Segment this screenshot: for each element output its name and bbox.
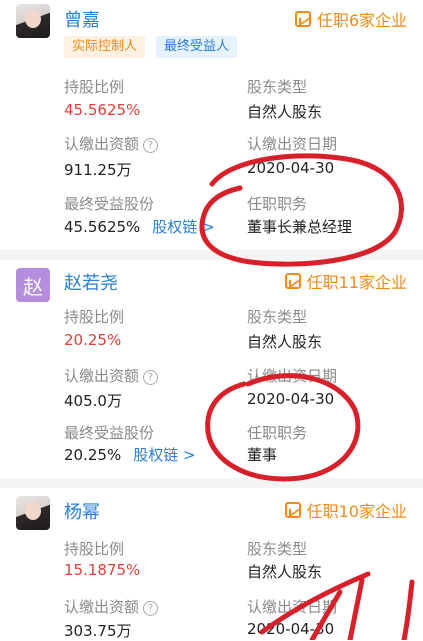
capital-label-text: 认缴出资额 <box>64 367 140 385</box>
share-ratio-label: 持股比例 <box>64 78 125 96</box>
ultimate-share-label: 最终受益股份 <box>64 195 155 213</box>
shareholder-card[interactable]: 赵 赵若尧 任职11家企业 持股比例 20.25% 股东类型 自然人股东 认缴出… <box>0 260 423 478</box>
card-divider <box>0 250 423 260</box>
ultimate-share-row: 20.25% 股权链 > <box>64 444 196 465</box>
jobs-link[interactable]: 任职6家企业 <box>294 7 407 31</box>
capital-value: 911.25万 <box>64 161 132 179</box>
shareholder-name[interactable]: 赵若尧 <box>64 269 118 295</box>
chevron-right-icon: > <box>202 218 215 236</box>
capital-label-text: 认缴出资额 <box>64 135 140 153</box>
share-ratio-label: 持股比例 <box>64 540 125 558</box>
capital-date-value: 2020-04-30 <box>247 390 335 408</box>
chart-trend-icon <box>284 273 301 289</box>
equity-chain-label: 股权链 <box>152 218 198 236</box>
ultimate-share-value: 20.25% <box>64 446 122 464</box>
holder-type-label: 股东类型 <box>247 78 308 96</box>
capital-label: 认缴出资额? <box>64 596 159 617</box>
jobs-link[interactable]: 任职11家企业 <box>284 269 407 293</box>
shareholder-card[interactable]: 曾嘉 任职6家企业 实际控制人 最终受益人 持股比例 45.5625% 股东类型… <box>0 0 423 258</box>
chart-trend-icon <box>284 502 301 518</box>
jobs-link[interactable]: 任职10家企业 <box>284 498 407 522</box>
holder-type-label: 股东类型 <box>247 308 308 326</box>
capital-value: 303.75万 <box>64 622 132 640</box>
card-divider <box>0 478 423 488</box>
share-ratio-value: 15.1875% <box>64 561 141 579</box>
holder-type-label: 股东类型 <box>247 540 308 558</box>
equity-chain-label: 股权链 <box>133 446 179 464</box>
capital-label: 认缴出资额? <box>64 133 159 154</box>
position-label: 任职职务 <box>247 195 308 213</box>
capital-label-text: 认缴出资额 <box>64 598 140 616</box>
capital-date-label: 认缴出资日期 <box>247 135 338 153</box>
position-label: 任职职务 <box>247 424 308 442</box>
capital-value: 405.0万 <box>64 392 122 410</box>
share-ratio-value: 20.25% <box>64 331 122 349</box>
holder-type-value: 自然人股东 <box>247 563 323 581</box>
tag-actual-controller: 实际控制人 <box>64 36 146 58</box>
capital-date-label: 认缴出资日期 <box>247 367 338 385</box>
position-value: 董事 <box>247 446 278 464</box>
capital-date-value: 2020-04-30 <box>247 620 335 638</box>
capital-date-value: 2020-04-30 <box>247 159 335 177</box>
jobs-label: 任职10家企业 <box>306 502 407 521</box>
equity-chain-link[interactable]: 股权链 > <box>152 218 214 236</box>
position-value: 董事长兼总经理 <box>247 218 353 236</box>
question-circle-icon[interactable]: ? <box>143 370 159 385</box>
avatar[interactable] <box>16 4 50 38</box>
shareholder-name[interactable]: 曾嘉 <box>64 6 100 32</box>
tag-ultimate-beneficiary: 最终受益人 <box>156 36 238 58</box>
ultimate-share-label: 最终受益股份 <box>64 424 155 442</box>
chart-trend-icon <box>294 11 311 27</box>
holder-type-value: 自然人股东 <box>247 333 323 351</box>
share-ratio-value: 45.5625% <box>64 101 141 119</box>
avatar[interactable]: 赵 <box>16 268 50 302</box>
ultimate-share-value: 45.5625% <box>64 218 141 236</box>
capital-label: 认缴出资额? <box>64 365 159 386</box>
shareholder-card[interactable]: 杨幂 任职10家企业 持股比例 15.1875% 股东类型 自然人股东 认缴出资… <box>0 488 423 640</box>
question-circle-icon[interactable]: ? <box>143 138 159 153</box>
equity-chain-link[interactable]: 股权链 > <box>133 446 195 464</box>
holder-type-value: 自然人股东 <box>247 103 323 121</box>
jobs-label: 任职6家企业 <box>316 11 407 30</box>
question-circle-icon[interactable]: ? <box>143 601 159 616</box>
ultimate-share-row: 45.5625% 股权链 > <box>64 216 215 237</box>
chevron-right-icon: > <box>183 446 196 464</box>
share-ratio-label: 持股比例 <box>64 308 125 326</box>
jobs-label: 任职11家企业 <box>306 273 407 292</box>
shareholder-name[interactable]: 杨幂 <box>64 498 100 524</box>
capital-date-label: 认缴出资日期 <box>247 598 338 616</box>
avatar[interactable] <box>16 496 50 530</box>
